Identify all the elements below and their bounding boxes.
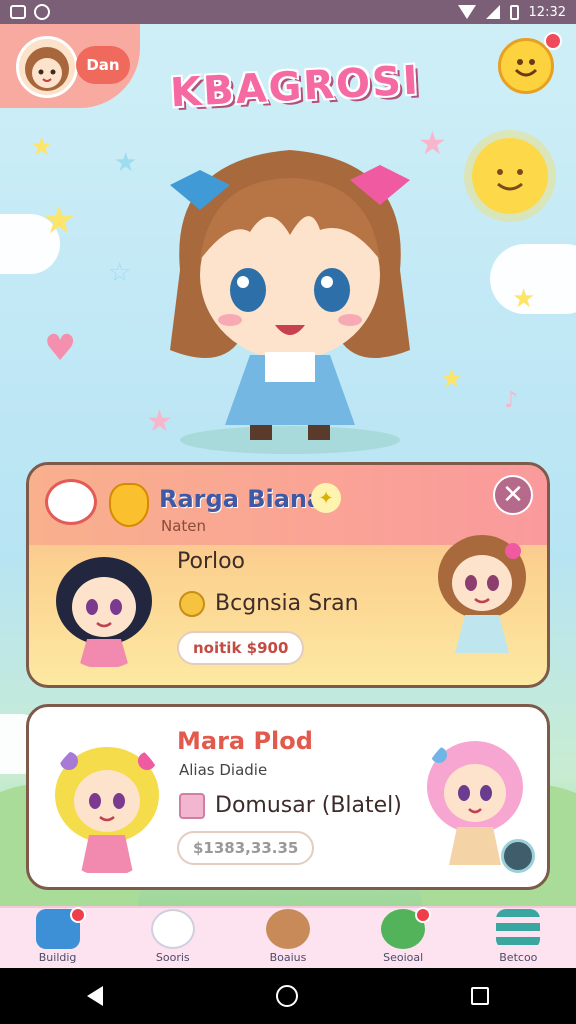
nav-item-chat[interactable]: Seoioal	[353, 907, 453, 964]
nav-label: Boaius	[269, 951, 307, 964]
character-portrait-blonde[interactable]	[47, 737, 167, 877]
second-card[interactable]: Mara Plod Alias Diadie Domusar (Blatel) …	[26, 704, 550, 890]
wifi-icon	[457, 5, 476, 19]
battery-icon	[509, 4, 519, 20]
close-button[interactable]: ✕	[493, 475, 533, 515]
back-icon[interactable]	[86, 986, 103, 1006]
main-character[interactable]	[140, 140, 440, 460]
sparkle-icon[interactable]: ✦	[311, 483, 341, 513]
bottom-nav: Buildig Sooris Boaius Seoioal Betcoo	[0, 906, 576, 968]
nav-item-menu[interactable]: Betcoo	[468, 909, 568, 964]
nav-item-bunny[interactable]: Sooris	[123, 909, 223, 964]
paw-icon[interactable]	[501, 839, 535, 873]
cube-icon	[179, 793, 205, 819]
system-nav-bar	[0, 968, 576, 1024]
character-portrait-brown[interactable]	[429, 525, 535, 665]
status-bar: 12:32	[0, 0, 576, 24]
user-badge[interactable]: Dan	[76, 46, 130, 84]
price-chip[interactable]: noitik $900	[177, 631, 305, 665]
home-circle-icon[interactable]	[275, 985, 298, 1007]
nav-item-bear[interactable]: Boaius	[238, 909, 338, 964]
bunny-icon	[150, 909, 195, 949]
coin-icon	[179, 591, 205, 617]
profile-area[interactable]: Dan	[0, 24, 140, 108]
nav-item-home[interactable]: Buildig	[8, 907, 108, 964]
avatar[interactable]	[16, 36, 78, 98]
nav-label: Buildig	[38, 951, 77, 964]
menu-icon	[496, 909, 541, 949]
wave-hand-icon	[109, 483, 149, 527]
screen-icon	[10, 5, 26, 19]
card-title: Rarga Biana	[159, 485, 324, 513]
speech-bubble-icon	[45, 479, 97, 525]
item-name: Domusar (Blatel)	[215, 793, 402, 818]
nav-badge	[69, 907, 86, 923]
bear-icon	[265, 909, 310, 949]
nav-label: Sooris	[155, 951, 190, 964]
card-subtitle: Alias Diadie	[179, 761, 268, 779]
signal-icon	[485, 5, 500, 19]
card-title: Mara Plod	[177, 727, 313, 755]
sync-icon	[34, 4, 50, 20]
status-time: 12:32	[528, 4, 566, 20]
price-chip[interactable]: $1383,33.35	[177, 831, 315, 865]
notification-dot	[544, 32, 562, 50]
sun-decoration	[472, 138, 548, 214]
nav-badge	[415, 907, 432, 923]
character-portrait-dark[interactable]	[49, 551, 159, 669]
item-name: Bcgnsia Sran	[215, 591, 359, 616]
app-header: Dan KBAGROSI	[0, 24, 576, 117]
featured-card[interactable]: Rarga Biana ✦ Naten ✕ Porloo Bcgnsia Sra…	[26, 462, 550, 688]
card-subtitle: Naten	[161, 517, 207, 535]
nav-label: Seoioal	[383, 951, 424, 964]
smiley-icon	[514, 59, 538, 77]
recents-icon[interactable]	[471, 987, 490, 1005]
category-label: Porloo	[177, 549, 246, 574]
nav-label: Betcoo	[499, 951, 538, 964]
